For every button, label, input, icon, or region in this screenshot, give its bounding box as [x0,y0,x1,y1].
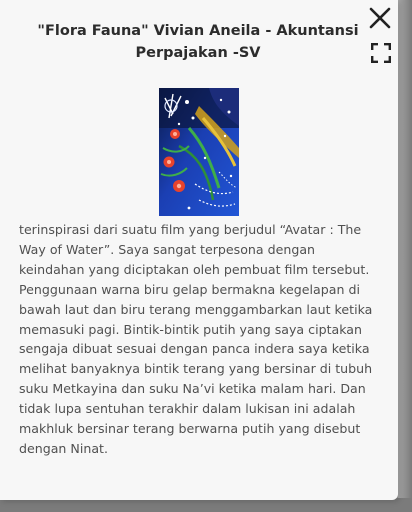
artwork-title: "Flora Fauna" Vivian Aneila - Akuntansi … [37,23,359,61]
backdrop-floor [0,498,412,512]
fullscreen-icon [370,42,392,64]
painting-thumbnail [159,88,239,216]
fullscreen-button[interactable] [370,42,392,64]
artwork-info-modal: "Flora Fauna" Vivian Aneila - Akuntansi … [0,0,398,500]
backdrop-right-wall [398,0,412,512]
artwork-image[interactable] [159,88,239,216]
artwork-description: terinspirasi dari suatu film yang berjud… [19,222,373,456]
close-icon [369,7,391,29]
close-button[interactable] [369,7,391,29]
